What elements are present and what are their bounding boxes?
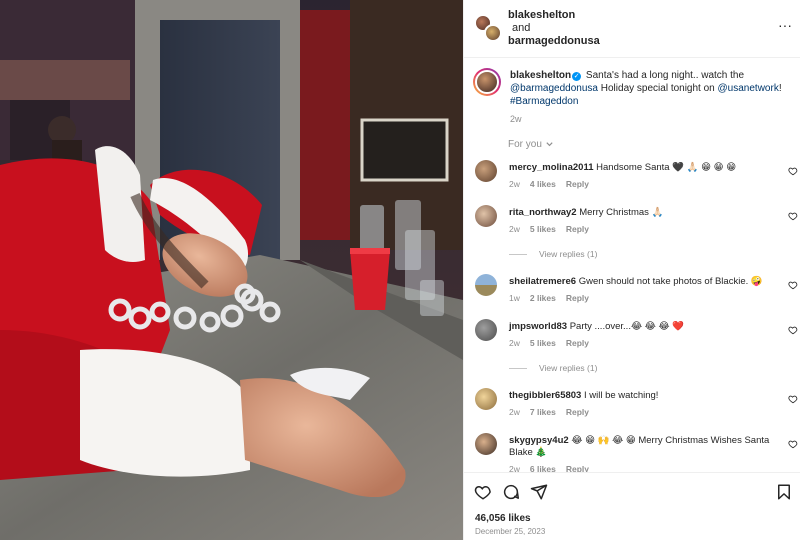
avatar[interactable] — [473, 68, 501, 96]
caption-text: Santa's had a long night.. watch the — [583, 70, 745, 81]
caption-text: Holiday special tonight on — [598, 83, 718, 94]
view-replies-button[interactable]: View replies (1) — [509, 249, 597, 259]
comment-likes[interactable]: 6 likes — [530, 464, 556, 472]
comment-username[interactable]: mercy_molina2011 — [509, 162, 594, 173]
reply-button[interactable]: Reply — [566, 293, 589, 303]
santa-bar-image — [0, 0, 463, 540]
mention-link[interactable]: @usanetwork — [718, 83, 779, 94]
comment-text: I will be watching! — [583, 390, 659, 401]
comment-text: Merry Christmas 🙏🏻 — [579, 207, 664, 218]
heart-icon[interactable] — [788, 394, 798, 404]
comment-icon[interactable] — [502, 483, 520, 501]
comment-likes[interactable]: 2 likes — [530, 293, 556, 303]
reply-button[interactable]: Reply — [566, 407, 589, 417]
comment-text: Party ....over...😂 😂 😂 ❤️ — [569, 321, 685, 332]
hashtag-link[interactable]: #Barmageddon — [510, 96, 578, 107]
avatar[interactable] — [475, 274, 497, 296]
collab-avatars[interactable] — [474, 14, 502, 42]
comment-username[interactable]: skygypsy4u2 — [509, 435, 569, 446]
caption-username[interactable]: blakeshelton — [510, 70, 571, 81]
comment-username[interactable]: sheilatremere6 — [509, 276, 576, 287]
caption-time: 2w — [510, 114, 522, 124]
comment-time: 1w — [509, 293, 520, 303]
heart-icon[interactable] — [788, 166, 798, 176]
reply-button[interactable]: Reply — [566, 338, 589, 348]
share-icon[interactable] — [530, 483, 548, 501]
comment-username[interactable]: jmpsworld83 — [509, 321, 567, 332]
caption-text: ! — [778, 83, 782, 94]
like-count[interactable]: 46,056 likes — [475, 513, 531, 524]
comment-filter[interactable]: For you — [508, 139, 554, 150]
avatar[interactable] — [475, 319, 497, 341]
avatar[interactable] — [475, 388, 497, 410]
comment-likes[interactable]: 4 likes — [530, 179, 556, 189]
view-replies-button[interactable]: View replies (1) — [509, 363, 597, 373]
caption: blakeshelton ✓ Santa's had a long night..… — [464, 59, 800, 149]
avatar[interactable] — [475, 205, 497, 227]
avatar[interactable] — [484, 24, 502, 42]
comment-time: 2w — [509, 338, 520, 348]
comment-username[interactable]: rita_northway2 — [509, 207, 577, 218]
comments-scroll[interactable]: blakeshelton ✓ Santa's had a long night..… — [464, 59, 800, 472]
post-actions: 46,056 likes December 25, 2023 — [464, 472, 800, 540]
author-username[interactable]: blakeshelton — [508, 9, 600, 22]
avatar[interactable] — [475, 433, 497, 455]
bookmark-icon[interactable] — [775, 483, 793, 501]
post-side-panel: blakeshelton and barmageddonusa ··· blak… — [463, 0, 800, 540]
comment-text: Handsome Santa 🖤 🙏🏻 😁 😁 😁 — [596, 162, 737, 173]
reply-button[interactable]: Reply — [566, 179, 589, 189]
reply-button[interactable]: Reply — [566, 224, 589, 234]
more-icon[interactable]: ··· — [777, 18, 793, 34]
comment-likes[interactable]: 5 likes — [530, 224, 556, 234]
collab-username[interactable]: barmageddonusa — [508, 35, 600, 48]
comment-likes[interactable]: 7 likes — [530, 407, 556, 417]
chevron-down-icon — [546, 142, 553, 147]
heart-icon[interactable] — [788, 280, 798, 290]
comment-time: 2w — [509, 224, 520, 234]
avatar[interactable] — [475, 160, 497, 182]
comment-time: 2w — [509, 179, 520, 189]
mention-link[interactable]: @barmageddonusa — [510, 83, 598, 94]
heart-icon[interactable] — [788, 211, 798, 221]
comment-time: 2w — [509, 464, 520, 472]
post-date: December 25, 2023 — [475, 527, 546, 536]
heart-icon[interactable] — [474, 483, 492, 501]
verified-icon: ✓ — [572, 72, 582, 81]
comment-text: Gwen should not take photos of Blackie. … — [578, 276, 763, 287]
post-photo[interactable] — [0, 0, 463, 540]
heart-icon[interactable] — [788, 439, 798, 449]
collab-conjunction: and — [512, 22, 531, 34]
filter-label: For you — [508, 139, 542, 150]
comment-likes[interactable]: 5 likes — [530, 338, 556, 348]
heart-icon[interactable] — [788, 325, 798, 335]
comment-username[interactable]: thegibbler65803 — [509, 390, 581, 401]
comment-time: 2w — [509, 407, 520, 417]
reply-button[interactable]: Reply — [566, 464, 589, 472]
post-header: blakeshelton and barmageddonusa ··· — [464, 0, 800, 58]
